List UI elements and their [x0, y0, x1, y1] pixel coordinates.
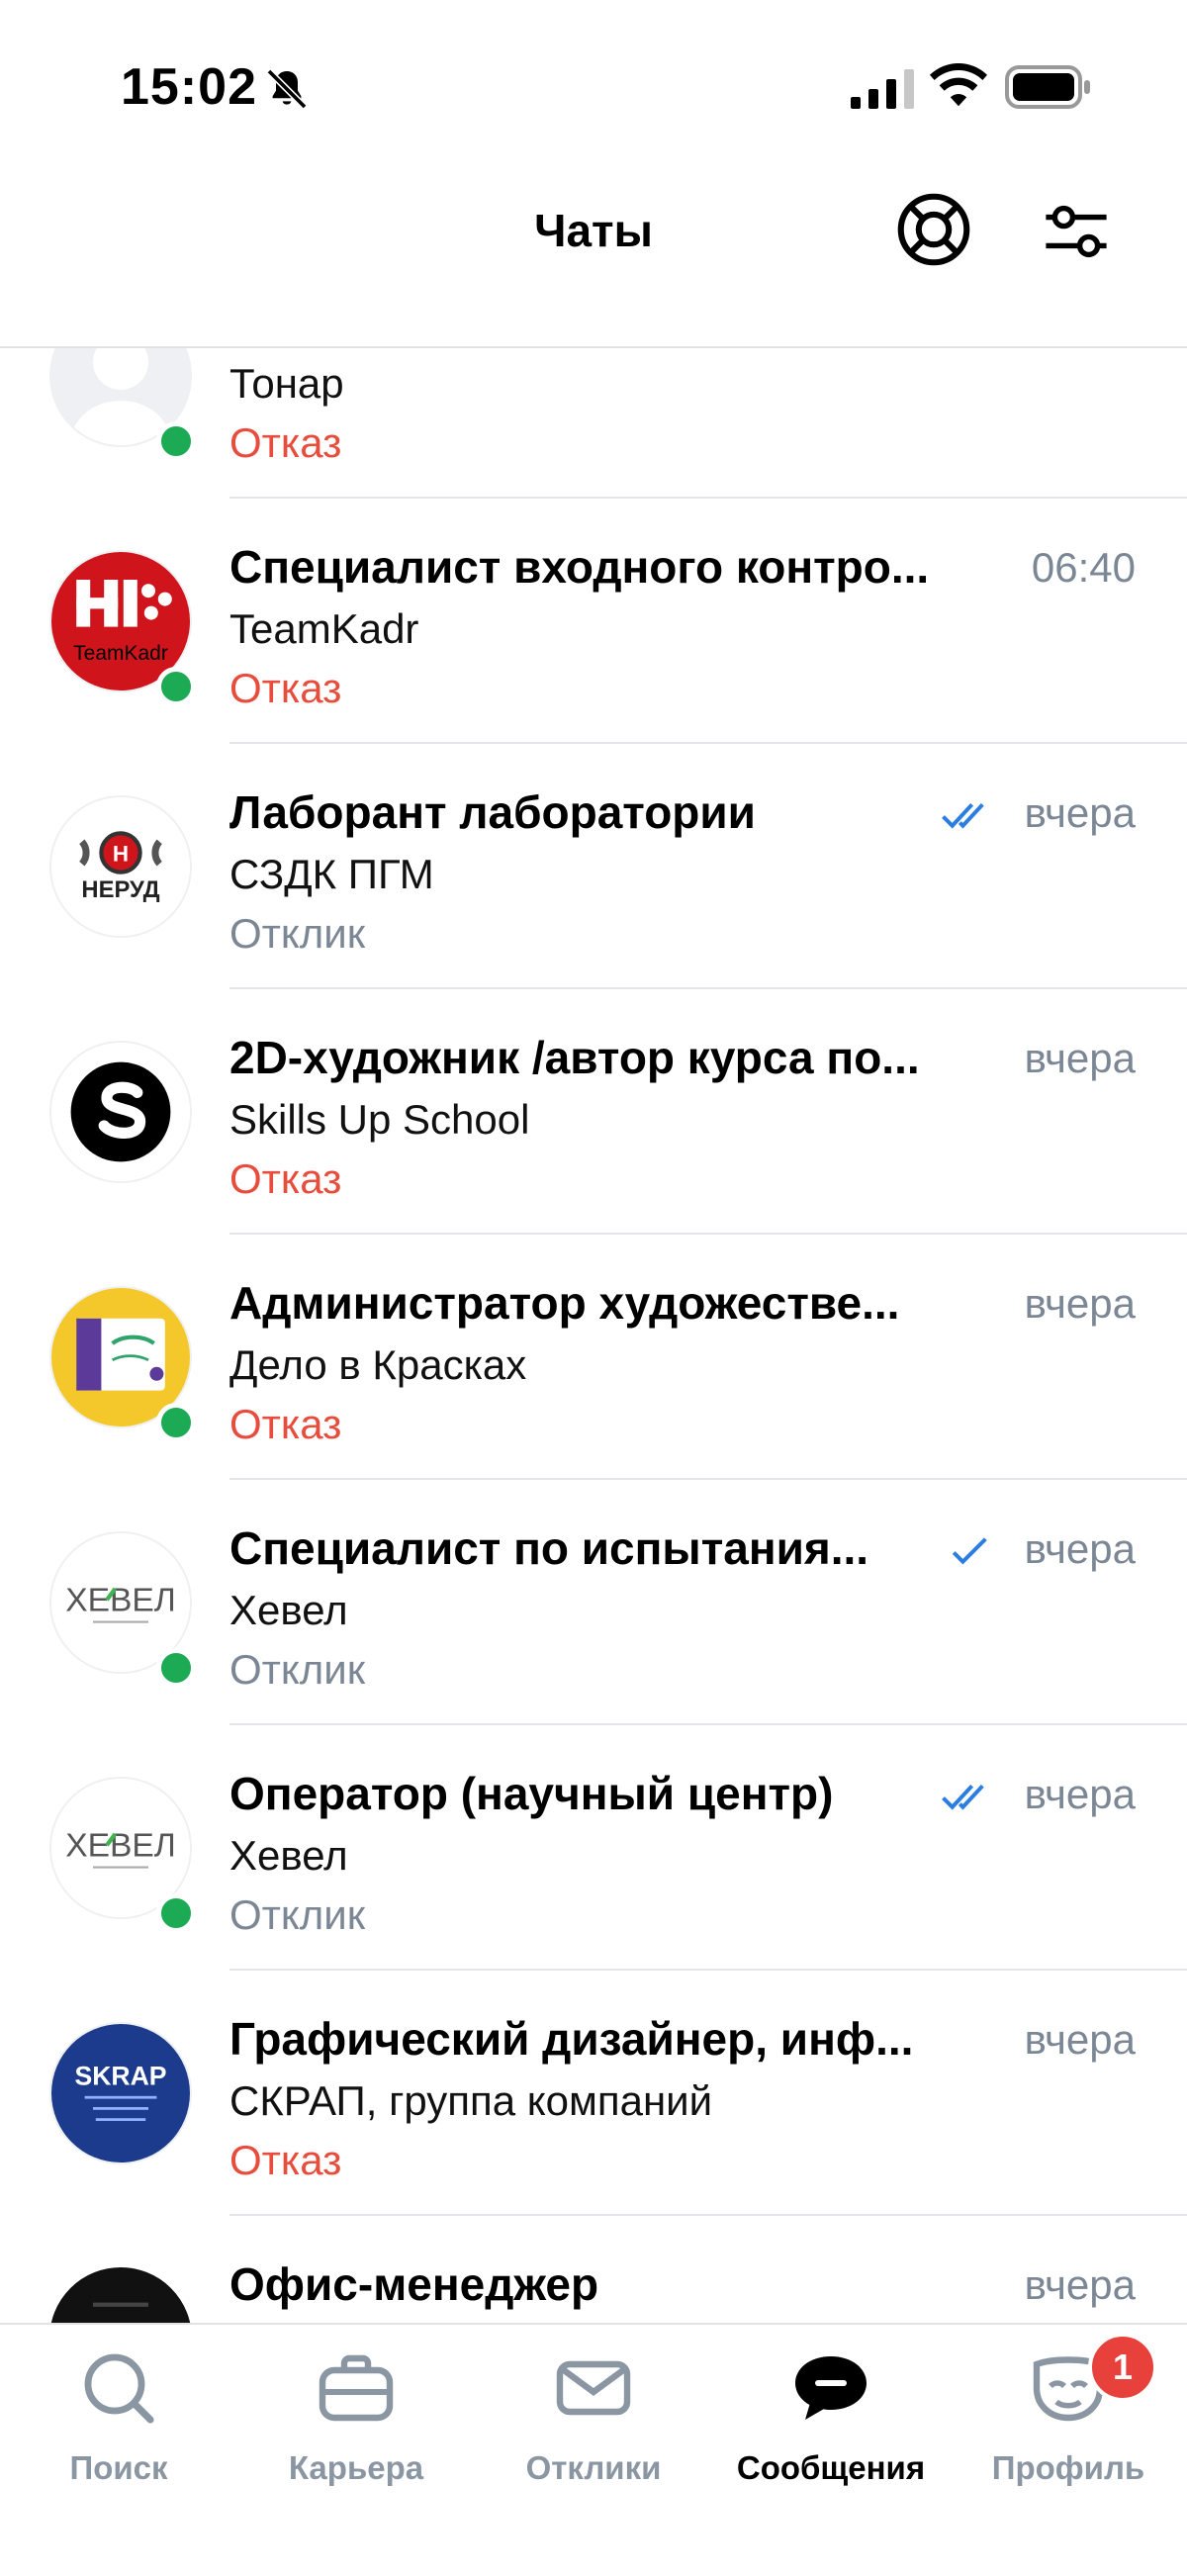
nav-career[interactable]: Карьера — [237, 2325, 475, 2523]
online-indicator — [156, 421, 196, 461]
company-avatar: SKRAP — [49, 2022, 192, 2164]
double-check-icon — [942, 802, 984, 829]
search-icon — [84, 2353, 154, 2424]
vacancy-title: Офис-менеджер — [229, 2258, 599, 2310]
application-status: Отклик — [229, 1891, 366, 1938]
nerud-logo-icon: Н НЕРУД — [51, 797, 190, 936]
message-time: вчера — [1024, 2016, 1136, 2063]
bell-off-icon — [266, 68, 308, 110]
chat-row[interactable]: ХЕВЕЛ Оператор (научный центр) вчера Хев… — [0, 1725, 1187, 1971]
vacancy-title: Графический дизайнер, инф... — [229, 2013, 914, 2065]
nav-messages[interactable]: Сообщения — [712, 2325, 950, 2523]
company-avatar — [49, 2267, 192, 2323]
online-indicator — [156, 1403, 196, 1442]
company-name: Тонар — [229, 360, 344, 407]
message-time: вчера — [1024, 1035, 1136, 1081]
message-time: вчера — [1024, 789, 1136, 836]
nav-label: Профиль — [991, 2449, 1145, 2486]
avatar-text: TeamKadr — [73, 642, 168, 665]
skrap-logo-icon: SKRAP — [51, 2024, 190, 2162]
chat-row[interactable]: SKRAP Графический дизайнер, инф... вчера… — [0, 1971, 1187, 2216]
company-name: Дело в Красках — [229, 1341, 527, 1388]
double-check-icon — [942, 1784, 984, 1810]
cellular-signal-icon — [851, 69, 914, 109]
application-status: Отклик — [229, 910, 366, 957]
support-lifebuoy-icon[interactable] — [896, 192, 971, 267]
message-time: 06:40 — [1031, 544, 1136, 591]
application-status: Отклик — [229, 1646, 366, 1693]
company-name: Хевел — [229, 1587, 348, 1633]
vacancy-title: Специалист по испытания... — [229, 1522, 869, 1574]
chat-row[interactable]: Офис-менеджер вчера — [0, 2216, 1187, 2323]
company-name: TeamKadr — [229, 605, 419, 652]
envelope-icon — [556, 2360, 631, 2416]
dark-logo-icon — [51, 2269, 190, 2323]
application-status: Отказ — [229, 1155, 342, 1202]
online-indicator — [156, 1648, 196, 1688]
nav-label: Карьера — [288, 2449, 424, 2486]
skills-up-logo-icon — [51, 1043, 190, 1181]
notification-badge: 1 — [1088, 2333, 1157, 2402]
chat-bubble-icon — [795, 2356, 867, 2420]
online-indicator — [156, 667, 196, 706]
filter-settings-icon[interactable] — [1041, 196, 1112, 267]
wifi-icon — [930, 63, 987, 107]
nav-label: Поиск — [69, 2449, 168, 2486]
online-indicator — [156, 1893, 196, 1933]
chat-row[interactable]: Администратор художестве... вчера Дело в… — [0, 1235, 1187, 1480]
message-time: вчера — [1024, 1280, 1136, 1327]
vacancy-title: Специалист входного контро... — [229, 541, 930, 593]
company-name: СКРАП, группа компаний — [229, 2077, 713, 2124]
message-time: вчера — [1024, 2261, 1136, 2308]
status-time: 15:02 — [121, 58, 257, 116]
company-avatar — [49, 1041, 192, 1183]
chat-row[interactable]: ХЕВЕЛ Специалист по испытания... вчера Х… — [0, 1480, 1187, 1725]
nav-label: Сообщения — [736, 2449, 926, 2486]
vacancy-title: 2D-художник /автор курса по... — [229, 1032, 920, 1083]
chat-row[interactable]: 2D-художник /автор курса по... вчера Ski… — [0, 989, 1187, 1235]
company-avatar: Н НЕРУД — [49, 795, 192, 938]
page-title: Чаты — [534, 205, 653, 256]
application-status: Отказ — [229, 2137, 342, 2183]
chats-header: Чаты — [0, 168, 1187, 348]
chat-row[interactable]: TeamKadr Специалист входного контро... 0… — [0, 499, 1187, 744]
avatar-text: НЕРУД — [81, 876, 159, 903]
briefcase-icon — [319, 2354, 394, 2422]
application-status: Отказ — [229, 419, 342, 466]
chat-row[interactable]: Тонар Отказ — [0, 348, 1187, 499]
message-time: вчера — [1024, 1525, 1136, 1572]
battery-icon — [1005, 65, 1090, 109]
avatar-text: ХЕВЕЛ — [65, 1582, 176, 1618]
company-name: Skills Up School — [229, 1096, 530, 1143]
company-name: Хевел — [229, 1832, 348, 1879]
nav-search[interactable]: Поиск — [0, 2325, 237, 2523]
chat-list[interactable]: Тонар Отказ TeamKadr Специалист входного… — [0, 348, 1187, 2323]
bottom-navigation: Поиск Карьера Отклики Сообщения Профиль — [0, 2323, 1187, 2576]
vacancy-title: Администратор художестве... — [229, 1277, 900, 1329]
company-name: СЗДК ПГМ — [229, 851, 434, 897]
nav-responses[interactable]: Отклики — [475, 2325, 712, 2523]
chat-row[interactable]: Н НЕРУД Лаборант лаборатории вчера СЗДК … — [0, 744, 1187, 989]
vacancy-title: Лаборант лаборатории — [229, 786, 756, 838]
message-time: вчера — [1024, 1771, 1136, 1817]
status-bar: 15:02 — [0, 0, 1187, 168]
single-check-icon — [952, 1537, 987, 1565]
avatar-text: SKRAP — [74, 2062, 166, 2091]
svg-text:Н: Н — [113, 841, 129, 866]
vacancy-title: Оператор (научный центр) — [229, 1768, 834, 1819]
nav-label: Отклики — [525, 2449, 662, 2486]
application-status: Отказ — [229, 665, 342, 711]
avatar-text: ХЕВЕЛ — [65, 1827, 176, 1864]
application-status: Отказ — [229, 1401, 342, 1447]
